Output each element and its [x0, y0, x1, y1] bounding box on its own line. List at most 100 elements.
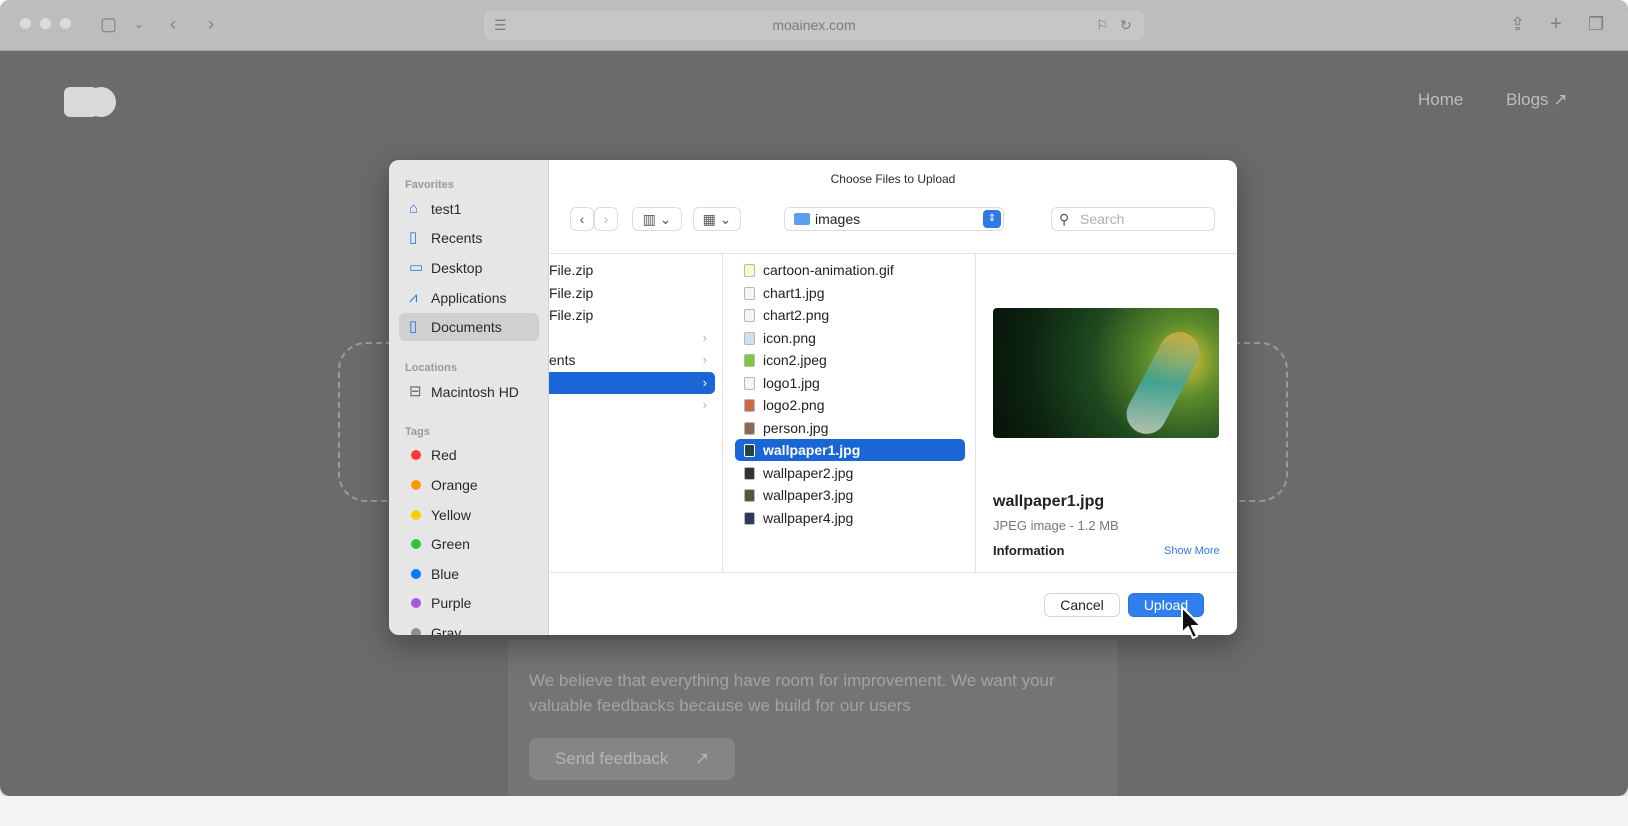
address-bar[interactable]: ☰ moainex.com ⚐ ↻ [484, 10, 1144, 40]
disk-icon: ⊟ [409, 383, 422, 400]
purple-tag-dot [411, 598, 421, 608]
sidebar-item-recents[interactable]: ▯ Recents [399, 224, 539, 252]
sidebar-tag-yellow[interactable]: Yellow [399, 501, 539, 529]
sidebar-tag-purple[interactable]: Purple [399, 589, 539, 617]
desktop-icon: ▭ [409, 259, 424, 276]
list-item[interactable]: File.zip [549, 259, 715, 281]
image-file-icon [744, 309, 755, 322]
document-icon: ▯ [409, 318, 418, 335]
tags-heading: Tags [405, 426, 430, 438]
image-file-icon [744, 354, 755, 367]
feedback-text: We believe that everything have room for… [529, 671, 1055, 715]
forward-button[interactable]: › [594, 207, 618, 231]
list-item[interactable]: › [549, 394, 715, 416]
window-shadow-strip [0, 796, 1628, 826]
arrow-up-right-icon: ↗ [694, 749, 709, 768]
file-preview-image [993, 308, 1219, 438]
file-chooser-dialog: Favorites ⌂ test1 ▯ Recents ▭ Desktop ⩘ Appl… [389, 160, 1237, 635]
preview-information-heading: Information [993, 543, 1065, 558]
blue-tag-dot [411, 569, 421, 579]
back-button[interactable]: ‹ [570, 207, 594, 231]
file-item[interactable]: icon2.jpeg [735, 349, 965, 371]
chevron-right-icon: › [702, 330, 707, 345]
file-item[interactable]: logo1.jpg [735, 372, 965, 394]
sidebar-tag-orange[interactable]: Orange [399, 471, 539, 499]
document-icon: ▯ [409, 229, 418, 246]
list-item[interactable]: File.zip [549, 282, 715, 304]
parent-folder-column: File.zip File.zip File.zip › ents › › › [549, 254, 723, 572]
forward-icon[interactable]: › [208, 12, 214, 36]
view-mode-button[interactable]: ▥ ⌄ [632, 207, 682, 231]
chevron-down-icon[interactable]: ⌄ [134, 12, 144, 36]
translate-icon[interactable]: ⚐ [1096, 13, 1109, 37]
sidebar-tag-blue[interactable]: Blue [399, 560, 539, 588]
chevron-left-icon: ‹ [579, 211, 585, 227]
nav-blogs-link[interactable]: Blogs ↗ [1506, 90, 1568, 110]
image-file-icon [744, 422, 755, 435]
tab-overview-icon[interactable]: ❐ [1588, 12, 1604, 36]
cancel-button[interactable]: Cancel [1044, 593, 1120, 617]
sidebar-tag-red[interactable]: Red [399, 441, 539, 469]
green-tag-dot [411, 539, 421, 549]
new-tab-icon[interactable]: + [1550, 12, 1562, 36]
mouse-cursor-icon [1181, 606, 1202, 639]
image-file-icon [744, 287, 755, 300]
image-file-icon [744, 467, 755, 480]
gray-tag-dot [411, 628, 421, 635]
file-item[interactable]: chart1.jpg [735, 282, 965, 304]
sidebar-item-test1[interactable]: ⌂ test1 [399, 195, 539, 223]
sidebar-toggle-icon[interactable]: ▢ [100, 12, 117, 36]
nav-home-link[interactable]: Home [1418, 90, 1463, 110]
file-item[interactable]: logo2.png [735, 394, 965, 416]
grid-icon: ▦ ⌄ [702, 211, 732, 227]
group-button[interactable]: ▦ ⌄ [693, 207, 741, 231]
folder-icon [794, 213, 810, 225]
sidebar-tag-gray[interactable]: Gray [399, 619, 539, 635]
minimize-window-button[interactable] [40, 18, 51, 29]
locations-heading: Locations [405, 362, 457, 374]
file-item[interactable]: icon.png [735, 327, 965, 349]
sidebar-item-applications[interactable]: ⩘ Applications [399, 284, 539, 312]
show-more-link[interactable]: Show More [1164, 545, 1220, 557]
back-icon[interactable]: ‹ [170, 12, 176, 36]
sidebar-tag-green[interactable]: Green [399, 530, 539, 558]
close-window-button[interactable] [20, 18, 31, 29]
file-item[interactable]: cartoon-animation.gif [735, 259, 965, 281]
sidebar-item-documents[interactable]: ▯ Documents [399, 313, 539, 341]
send-feedback-label: Send feedback [555, 749, 669, 768]
image-file-icon [744, 512, 755, 525]
image-file-icon [744, 444, 755, 457]
file-item[interactable]: person.jpg [735, 417, 965, 439]
file-item[interactable]: chart2.png [735, 304, 965, 326]
list-item[interactable]: ents › [549, 349, 715, 371]
file-item-selected[interactable]: wallpaper1.jpg [735, 439, 965, 461]
reload-icon[interactable]: ↻ [1120, 13, 1132, 37]
sidebar-item-macintosh-hd[interactable]: ⊟ Macintosh HD [399, 378, 539, 406]
search-input[interactable]: ⚲ Search [1051, 207, 1215, 231]
file-item[interactable]: wallpaper2.jpg [735, 462, 965, 484]
search-icon: ⚲ [1059, 211, 1070, 227]
image-file-icon [744, 489, 755, 502]
feedback-card: We believe that everything have room for… [508, 640, 1118, 796]
file-column: cartoon-animation.gif chart1.jpg chart2.… [723, 254, 976, 572]
list-item[interactable]: › [549, 327, 715, 349]
share-icon[interactable]: ⇪ [1510, 12, 1525, 36]
folder-select-value: images [815, 211, 861, 227]
browser-window: ▢ ⌄ ‹ › ☰ moainex.com ⚐ ↻ ⇪ + ❐ Home Blo… [0, 0, 1628, 796]
list-item[interactable]: File.zip [549, 304, 715, 326]
list-item-selected[interactable]: › [549, 372, 715, 394]
file-item[interactable]: wallpaper4.jpg [735, 507, 965, 529]
yellow-tag-dot [411, 510, 421, 520]
dialog-title: Choose Files to Upload [830, 172, 956, 186]
send-feedback-button[interactable]: Send feedback ↗ [529, 738, 735, 780]
orange-tag-dot [411, 480, 421, 490]
browser-toolbar: ▢ ⌄ ‹ › ☰ moainex.com ⚐ ↻ ⇪ + ❐ [0, 0, 1628, 51]
applications-icon: ⩘ [409, 289, 418, 306]
file-item[interactable]: wallpaper3.jpg [735, 484, 965, 506]
zoom-window-button[interactable] [60, 18, 71, 29]
sidebar-item-desktop[interactable]: ▭ Desktop [399, 254, 539, 282]
chevron-right-icon: › [702, 375, 707, 390]
folder-select[interactable]: images ⇕ [784, 207, 1004, 231]
dialog-sidebar: Favorites ⌂ test1 ▯ Recents ▭ Desktop ⩘ Appl… [389, 160, 549, 635]
preview-filename: wallpaper1.jpg [993, 493, 1105, 510]
